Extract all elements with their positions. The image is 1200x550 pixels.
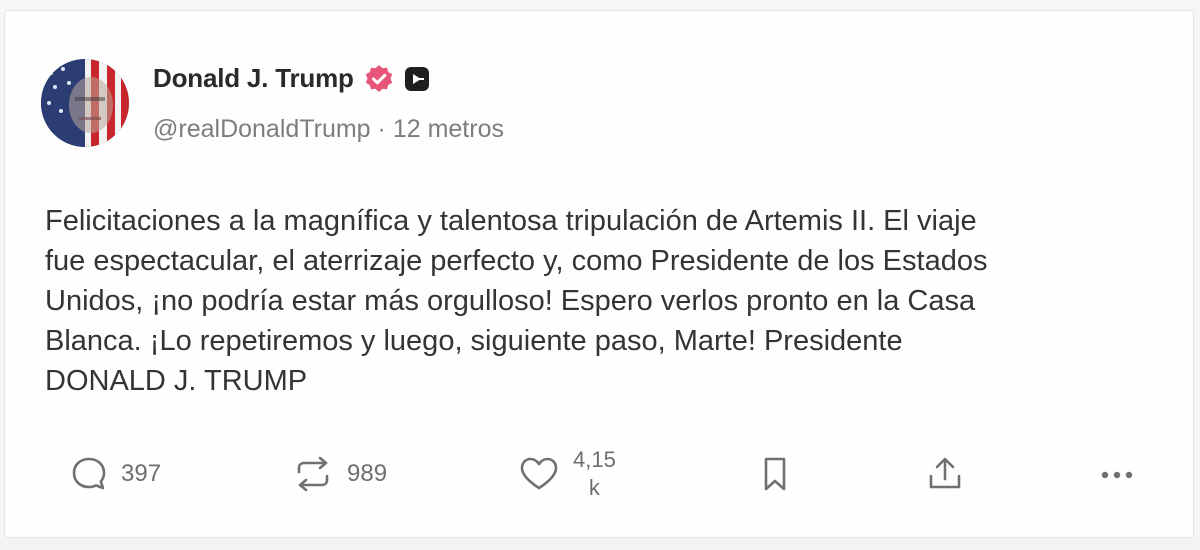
plus-square-icon[interactable]	[404, 66, 430, 92]
avatar[interactable]	[41, 59, 129, 147]
avatar-image	[41, 59, 129, 147]
separator: ·	[377, 115, 386, 143]
share-button[interactable]	[925, 439, 965, 509]
heart-icon	[517, 454, 561, 494]
action-bar: 397 989 4,15 k	[5, 439, 1195, 509]
page: Donald J. Trump @realDonaldTrump · 12 me…	[0, 0, 1200, 550]
handle-line: @realDonaldTrump · 12 metros	[153, 115, 504, 144]
bookmark-button[interactable]	[757, 439, 793, 509]
share-icon	[925, 454, 965, 494]
post-card[interactable]: Donald J. Trump @realDonaldTrump · 12 me…	[4, 10, 1194, 538]
comment-icon	[69, 454, 109, 494]
author-row: Donald J. Trump	[153, 63, 430, 94]
repost-button[interactable]: 989	[291, 439, 387, 509]
author-name[interactable]: Donald J. Trump	[153, 63, 354, 94]
author-handle[interactable]: @realDonaldTrump	[153, 115, 371, 143]
like-count-value: 4,15	[573, 447, 616, 472]
reply-count: 397	[121, 460, 162, 487]
reply-button[interactable]: 397	[69, 439, 161, 509]
bookmark-icon	[757, 454, 793, 494]
more-icon	[1095, 454, 1139, 494]
like-button[interactable]: 4,15 k	[517, 439, 616, 509]
like-count-suffix: k	[588, 475, 600, 500]
repost-icon	[291, 454, 335, 494]
post-time[interactable]: 12 metros	[393, 115, 504, 143]
like-count: 4,15 k	[573, 446, 616, 502]
repost-count: 989	[347, 460, 388, 487]
verified-badge-icon[interactable]	[364, 64, 394, 94]
more-button[interactable]	[1095, 439, 1139, 509]
bottom-divider	[0, 538, 1200, 550]
post-text: Felicitaciones a la magnífica y talentos…	[45, 205, 988, 397]
